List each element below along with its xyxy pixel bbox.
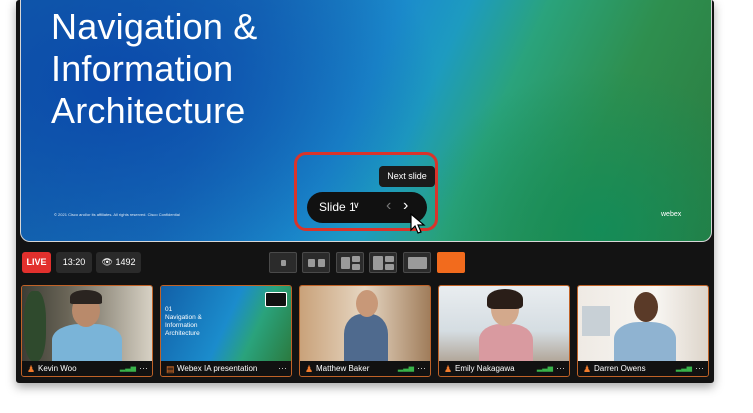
content-name: Webex IA presentation (177, 364, 258, 373)
participant-name: Matthew Baker (316, 364, 370, 373)
more-options-icon[interactable]: ··· (556, 360, 565, 376)
live-badge: LIVE (22, 252, 51, 273)
layout-focus-button[interactable] (403, 252, 431, 273)
more-options-icon[interactable]: ··· (695, 360, 704, 376)
participant-tile[interactable]: ♟ Emily Nakagawa ▂▃▅ ··· (438, 285, 570, 377)
meeting-timer: 13:20 (56, 252, 92, 273)
person-icon: ♟ (305, 364, 314, 374)
more-options-icon[interactable]: ··· (278, 360, 287, 376)
participant-name-bar: ♟ Kevin Woo ▂▃▅ ··· (22, 360, 152, 376)
participant-name: Kevin Woo (38, 364, 77, 373)
participant-name: Darren Owens (594, 364, 646, 373)
person-icon: ♟ (444, 364, 453, 374)
share-screen-icon: ▤ (166, 364, 175, 374)
layout-fullscreen-button[interactable] (437, 252, 465, 273)
more-options-icon[interactable]: ··· (139, 360, 148, 376)
next-slide-icon[interactable]: › (403, 197, 408, 215)
person-icon: ♟ (27, 364, 36, 374)
viewer-count-value: 1492 (115, 257, 136, 267)
layout-grid-button[interactable] (336, 252, 364, 273)
participant-name: Emily Nakagawa (455, 364, 515, 373)
layout-side-by-side-button[interactable] (302, 252, 330, 273)
participant-name-bar: ♟ Emily Nakagawa ▂▃▅ ··· (439, 360, 569, 376)
slide-selector[interactable]: Slide 1 (319, 200, 356, 214)
more-options-icon[interactable]: ··· (417, 360, 426, 376)
presentation-stage: Navigation & Information Architecture © … (20, 0, 712, 242)
person-icon: ♟ (583, 364, 592, 374)
presenter-thumbnail (265, 292, 287, 307)
thumbnail-title: 01 Navigation & Information Architecture (165, 306, 202, 337)
signal-strength-icon: ▂▃▅ (397, 365, 414, 372)
shared-content-tile[interactable]: 01 Navigation & Information Architecture… (160, 285, 292, 377)
slide-footer: © 2021 Cisco and/or its affiliates. All … (54, 212, 180, 217)
previous-slide-icon[interactable]: ‹ (386, 197, 391, 215)
content-name-bar: ▤ Webex IA presentation ··· (161, 360, 291, 376)
participant-tile[interactable]: ♟ Kevin Woo ▂▃▅ ··· (21, 285, 153, 377)
slide-title: Navigation & Information Architecture (51, 6, 258, 131)
slide-control: Slide 1 ∨ ‹ › (307, 192, 427, 223)
participant-tile[interactable]: ♟ Matthew Baker ▂▃▅ ··· (299, 285, 431, 377)
eye-icon: 👁 (101, 257, 113, 267)
signal-strength-icon: ▂▃▅ (536, 365, 553, 372)
chevron-down-icon[interactable]: ∨ (353, 200, 360, 211)
mouse-cursor-icon (410, 213, 426, 234)
signal-strength-icon: ▂▃▅ (675, 365, 692, 372)
participant-name-bar: ♟ Darren Owens ▂▃▅ ··· (578, 360, 708, 376)
layout-stage-button[interactable] (369, 252, 397, 273)
viewer-count: 👁 1492 (96, 252, 141, 273)
participant-name-bar: ♟ Matthew Baker ▂▃▅ ··· (300, 360, 430, 376)
signal-strength-icon: ▂▃▅ (119, 365, 136, 372)
slide-brand: webex (661, 211, 682, 218)
layout-single-button[interactable] (269, 252, 297, 273)
participant-tile[interactable]: ♟ Darren Owens ▂▃▅ ··· (577, 285, 709, 377)
next-slide-tooltip: Next slide (379, 166, 435, 187)
webex-meeting-window: Navigation & Information Architecture © … (16, 0, 714, 383)
